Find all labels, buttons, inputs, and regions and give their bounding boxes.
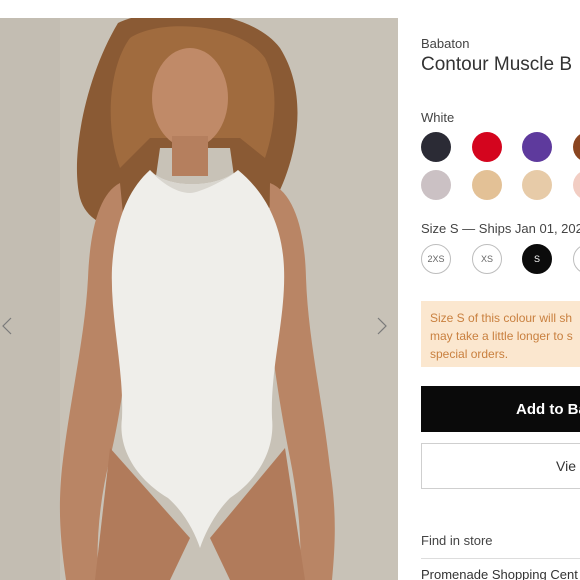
notice-line: may take a little longer to s [430, 329, 573, 343]
colour-swatch-red[interactable] [472, 132, 502, 162]
colour-swatch-tan[interactable] [472, 170, 502, 200]
product-image-gallery [0, 18, 398, 580]
divider [421, 558, 580, 559]
colour-swatch-purple[interactable] [522, 132, 552, 162]
chevron-left-icon [2, 317, 12, 335]
notice-line: Size S of this colour will sh [430, 311, 573, 325]
colour-swatch-black[interactable] [421, 132, 451, 162]
size-option-xs[interactable]: XS [472, 244, 502, 274]
add-to-bag-button[interactable]: Add to Ba [421, 386, 580, 432]
view-button[interactable]: Vie [421, 443, 580, 489]
size-option-m[interactable] [573, 244, 580, 274]
find-in-store-link[interactable]: Find in store [421, 533, 493, 548]
colour-swatch-grey-lilac[interactable] [421, 170, 451, 200]
previous-image-button[interactable] [0, 314, 16, 338]
colour-swatch-blush[interactable] [573, 170, 580, 200]
colour-swatch-sand[interactable] [522, 170, 552, 200]
size-label: Size S — Ships Jan 01, 2022 [421, 221, 580, 236]
brand-name[interactable]: Babaton [421, 36, 469, 51]
product-title: Contour Muscle B [421, 54, 573, 75]
chevron-right-icon [377, 317, 387, 335]
colour-swatch-brown[interactable] [573, 132, 580, 162]
next-image-button[interactable] [374, 314, 390, 338]
product-image [0, 18, 398, 580]
notice-line: special orders. [430, 347, 509, 361]
selected-colour-label: White [421, 110, 455, 125]
product-details-panel: Babaton Contour Muscle B White Size S — … [421, 0, 580, 580]
shipping-notice: Size S of this colour will sh may take a… [421, 301, 580, 367]
store-name[interactable]: Promenade Shopping Cent [421, 567, 578, 580]
size-option-2xs[interactable]: 2XS [421, 244, 451, 274]
size-option-s[interactable]: S [522, 244, 552, 274]
